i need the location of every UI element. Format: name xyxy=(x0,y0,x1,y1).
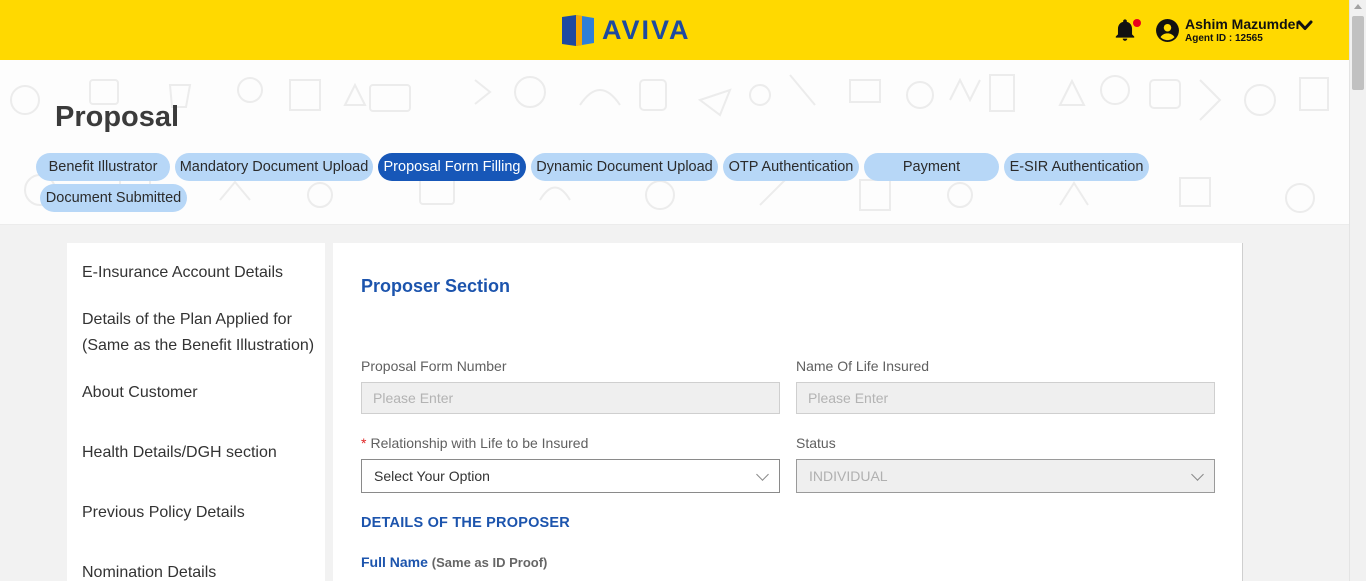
step-e-sir-authentication[interactable]: E-SIR Authentication xyxy=(1004,153,1149,181)
full-name-label: Full Name (Same as ID Proof) xyxy=(361,554,547,570)
step-otp-authentication[interactable]: OTP Authentication xyxy=(723,153,859,181)
step-dynamic-document-upload[interactable]: Dynamic Document Upload xyxy=(531,153,718,181)
proposer-form-panel: Proposer Section Proposal Form Number Na… xyxy=(333,243,1243,581)
top-header-bar: AVIVA Ashim Mazumder Agent ID : 12565 xyxy=(0,0,1366,60)
nav-previous-policy-details[interactable]: Previous Policy Details xyxy=(82,500,245,526)
nav-about-customer[interactable]: About Customer xyxy=(82,380,198,406)
user-name[interactable]: Ashim Mazumder xyxy=(1185,16,1301,32)
status-select[interactable]: INDIVIDUAL xyxy=(796,459,1215,493)
nav-nomination-details[interactable]: Nomination Details xyxy=(82,560,216,581)
aviva-logo-mark-icon xyxy=(562,14,594,46)
page-title: Proposal xyxy=(55,101,180,133)
step-payment[interactable]: Payment xyxy=(864,153,999,181)
proposer-details-title: DETAILS OF THE PROPOSER xyxy=(361,515,570,531)
step-mandatory-document-upload[interactable]: Mandatory Document Upload xyxy=(175,153,373,181)
nav-e-insurance-account-details[interactable]: E-Insurance Account Details xyxy=(82,260,283,286)
life-insured-name-input[interactable] xyxy=(796,382,1215,414)
relationship-label-text: Relationship with Life to be Insured xyxy=(370,435,589,451)
step-benefit-illustrator[interactable]: Benefit Illustrator xyxy=(36,153,170,181)
decorative-pattern xyxy=(10,74,1329,213)
chevron-down-icon[interactable] xyxy=(1297,19,1313,33)
aviva-logo[interactable]: AVIVA xyxy=(562,14,691,46)
form-section-nav: E-Insurance Account Details Details of t… xyxy=(67,243,325,581)
relationship-select[interactable]: Select Your Option xyxy=(361,459,780,493)
step-proposal-form-filling[interactable]: Proposal Form Filling xyxy=(378,153,526,181)
chevron-down-icon xyxy=(1191,468,1204,481)
relationship-select-value: Select Your Option xyxy=(374,468,490,484)
status-select-value: INDIVIDUAL xyxy=(809,468,888,484)
scroll-up-arrow-icon[interactable] xyxy=(1354,4,1362,9)
nav-plan-applied-details[interactable]: Details of the Plan Applied for xyxy=(82,307,292,333)
proposal-form-number-label: Proposal Form Number xyxy=(361,358,507,374)
full-name-label-text: Full Name xyxy=(361,554,428,570)
full-name-hint: (Same as ID Proof) xyxy=(431,555,548,570)
section-title: Proposer Section xyxy=(361,276,511,296)
proposal-banner: Proposal Benefit Illustrator Mandatory D… xyxy=(0,60,1349,225)
relationship-label: * Relationship with Life to be Insured xyxy=(361,435,588,452)
brand-name: AVIVA xyxy=(602,15,691,45)
status-label: Status xyxy=(796,435,836,451)
life-insured-name-label: Name Of Life Insured xyxy=(796,358,930,374)
chevron-down-icon xyxy=(756,468,769,481)
user-avatar-icon[interactable] xyxy=(1155,18,1180,43)
notification-dot xyxy=(1133,19,1141,27)
scrollbar-thumb[interactable] xyxy=(1352,16,1364,90)
required-asterisk: * xyxy=(361,435,367,451)
step-document-submitted[interactable]: Document Submitted xyxy=(40,184,187,212)
proposal-form-number-input[interactable] xyxy=(361,382,780,414)
nav-plan-applied-details-note[interactable]: (Same as the Benefit Illustration) xyxy=(82,333,314,359)
page-scrollbar[interactable] xyxy=(1349,0,1366,581)
nav-health-details[interactable]: Health Details/DGH section xyxy=(82,440,277,466)
agent-id: Agent ID : 12565 xyxy=(1185,33,1263,44)
